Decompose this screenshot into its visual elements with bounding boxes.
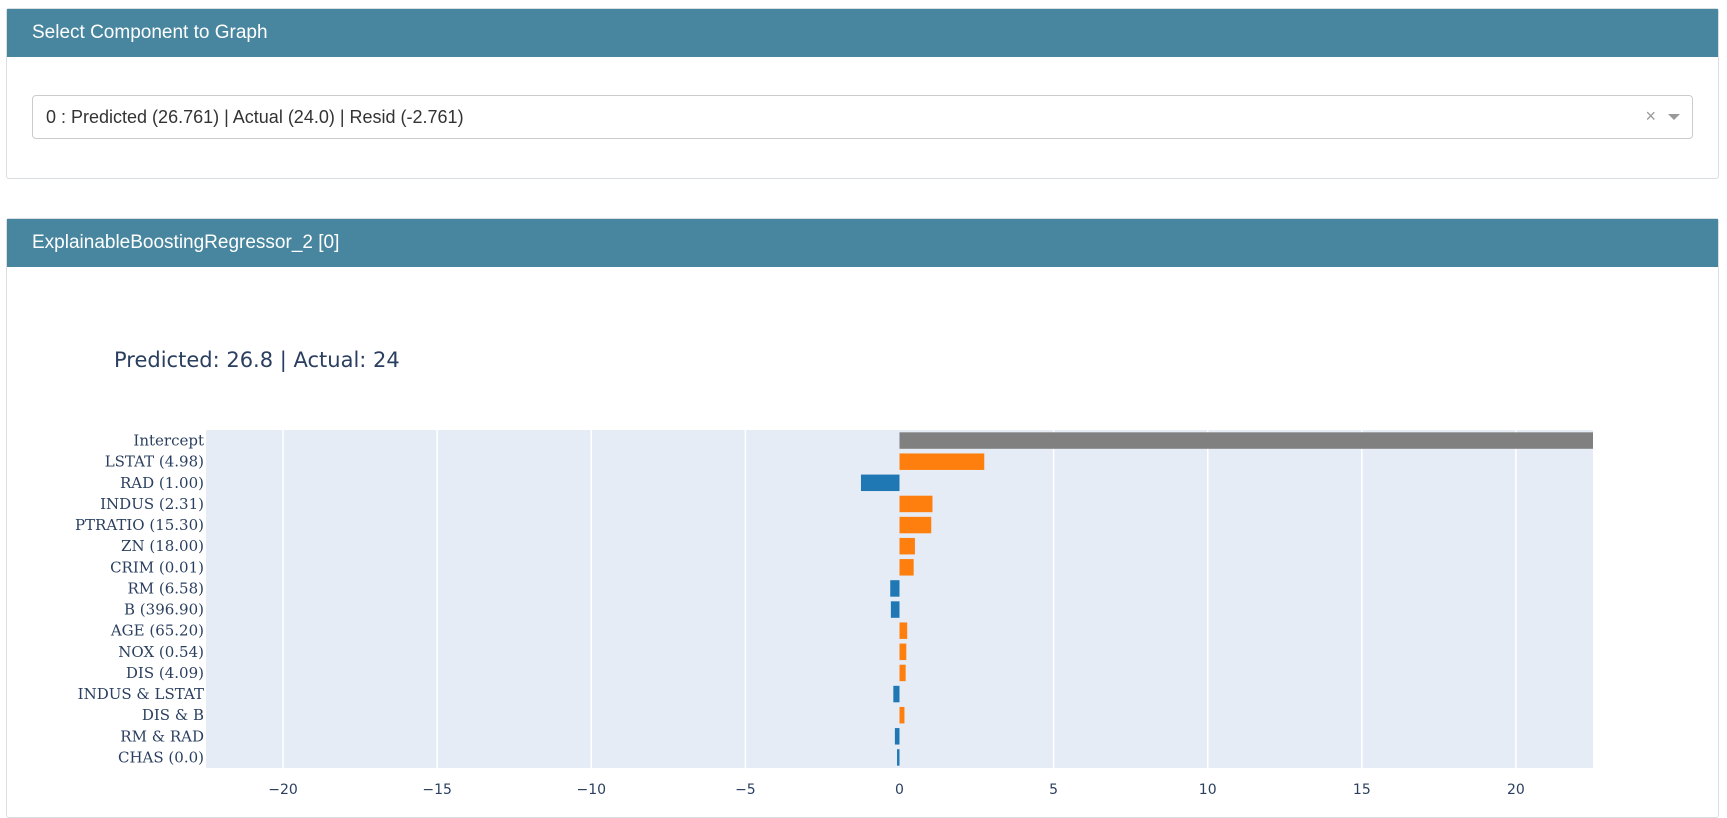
bar[interactable] bbox=[897, 749, 900, 766]
bar[interactable] bbox=[890, 601, 900, 618]
bar[interactable] bbox=[860, 474, 900, 492]
y-tick-label: CHAS (0.0) bbox=[118, 748, 204, 766]
x-tick-label: −15 bbox=[422, 782, 452, 798]
bar[interactable] bbox=[899, 622, 908, 639]
y-tick-label: ZN (18.00) bbox=[121, 537, 204, 555]
bar[interactable] bbox=[894, 728, 900, 745]
y-tick-label: RAD (1.00) bbox=[120, 474, 204, 492]
bar[interactable] bbox=[899, 495, 933, 513]
y-tick-label: RM (6.58) bbox=[127, 579, 204, 597]
bar[interactable] bbox=[890, 580, 900, 597]
x-tick-label: 10 bbox=[1199, 782, 1217, 798]
feature-contribution-chart: Predicted: 26.8 | Actual: 24 Intercept LS… bbox=[75, 348, 1594, 798]
x-tick-label: 0 bbox=[895, 782, 904, 798]
bar[interactable] bbox=[899, 706, 905, 724]
x-tick-label: −5 bbox=[735, 782, 756, 798]
y-tick-label: NOX (0.54) bbox=[118, 643, 204, 661]
y-tick-label: PTRATIO (15.30) bbox=[75, 516, 204, 534]
x-tick-label: 20 bbox=[1507, 782, 1525, 798]
bar[interactable] bbox=[899, 643, 907, 661]
chart-title: Predicted: 26.8 | Actual: 24 bbox=[114, 348, 400, 373]
x-tick-label: −10 bbox=[577, 782, 607, 798]
bar[interactable] bbox=[893, 685, 900, 703]
bar[interactable] bbox=[899, 664, 906, 682]
y-tick-label: AGE (65.20) bbox=[110, 622, 204, 640]
x-tick-label: 15 bbox=[1353, 782, 1371, 798]
y-tick-label: INDUS (2.31) bbox=[100, 495, 204, 513]
x-tick-label: 5 bbox=[1049, 782, 1058, 798]
x-tick-label: −20 bbox=[268, 782, 298, 798]
bar[interactable] bbox=[899, 537, 915, 555]
bar[interactable] bbox=[899, 516, 932, 534]
y-tick-label: B (396.90) bbox=[124, 601, 204, 619]
bar[interactable] bbox=[899, 432, 1594, 449]
y-tick-label: CRIM (0.01) bbox=[110, 558, 204, 576]
bar[interactable] bbox=[899, 453, 985, 470]
bar[interactable] bbox=[899, 559, 914, 576]
y-tick-label: DIS & B bbox=[142, 706, 204, 724]
y-tick-label: LSTAT (4.98) bbox=[105, 453, 204, 471]
y-tick-label: DIS (4.09) bbox=[126, 664, 204, 682]
y-tick-label: INDUS & LSTAT bbox=[78, 685, 204, 703]
y-tick-label: RM & RAD bbox=[120, 727, 204, 745]
y-tick-label: Intercept bbox=[133, 432, 204, 450]
